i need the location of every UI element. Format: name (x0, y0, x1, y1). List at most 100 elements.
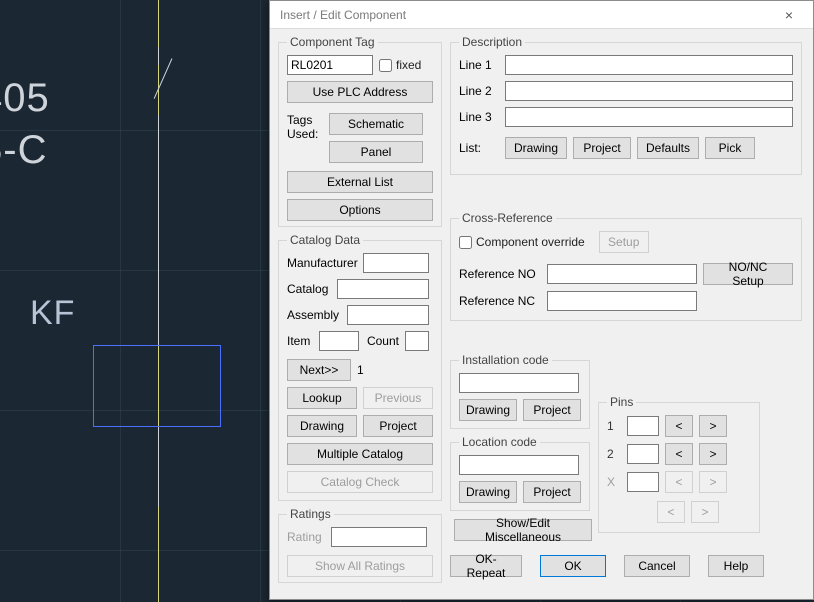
component-designator-kf: KF (30, 294, 75, 333)
fixed-checkbox-label: fixed (396, 58, 421, 72)
item-input[interactable] (319, 331, 359, 351)
line3-input[interactable] (505, 107, 793, 127)
wire-segment (158, 115, 159, 345)
install-project-button[interactable]: Project (523, 399, 581, 421)
component-override-label: Component override (476, 235, 585, 249)
pin-2-input[interactable] (627, 444, 659, 464)
pins-page-prev-button: < (657, 501, 685, 523)
pin-row-1-label: 1 (607, 419, 621, 433)
cross-reference-legend: Cross-Reference (459, 211, 556, 225)
assembly-input[interactable] (347, 305, 429, 325)
pin-x-input[interactable] (627, 472, 659, 492)
wire-number-405: 405 (0, 76, 50, 121)
tags-used-label: Tags Used: (287, 113, 323, 141)
line2-label: Line 2 (459, 84, 499, 98)
component-override-checkbox-input[interactable] (459, 236, 472, 249)
component-tag-group: Component Tag fixed Use PLC Address Tags… (278, 35, 442, 227)
pin-x-prev-button: < (665, 471, 693, 493)
external-list-button[interactable]: External List (287, 171, 433, 193)
pin-2-next-button[interactable]: > (699, 443, 727, 465)
cross-reference-group: Cross-Reference Component override Setup… (450, 211, 802, 321)
multiple-catalog-button[interactable]: Multiple Catalog (287, 443, 433, 465)
count-label: Count (365, 334, 399, 348)
pin-1-input[interactable] (627, 416, 659, 436)
symbol-stub-top (158, 47, 159, 65)
location-code-group: Location code Drawing Project (450, 435, 590, 511)
tags-panel-button[interactable]: Panel (329, 141, 423, 163)
dialog-title: Insert / Edit Component (280, 8, 771, 22)
pin-1-prev-button[interactable]: < (665, 415, 693, 437)
tags-schematic-button[interactable]: Schematic (329, 113, 423, 135)
manufacturer-label: Manufacturer (287, 256, 357, 270)
next-button[interactable]: Next>> (287, 359, 351, 381)
line3-label: Line 3 (459, 110, 499, 124)
use-plc-address-button[interactable]: Use PLC Address (287, 81, 433, 103)
fixed-checkbox-input[interactable] (379, 59, 392, 72)
catalog-drawing-button[interactable]: Drawing (287, 415, 357, 437)
installation-code-group: Installation code Drawing Project (450, 353, 590, 429)
pin-x-next-button: > (699, 471, 727, 493)
assembly-label: Assembly (287, 308, 341, 322)
location-project-button[interactable]: Project (523, 481, 581, 503)
next-counter: 1 (357, 363, 364, 377)
pins-page-next-button: > (691, 501, 719, 523)
show-edit-misc-button[interactable]: Show/Edit Miscellaneous (454, 519, 592, 541)
catalog-label: Catalog (287, 282, 331, 296)
reference-no-input[interactable] (547, 264, 697, 284)
count-input[interactable] (405, 331, 429, 351)
installation-code-legend: Installation code (459, 353, 552, 367)
close-icon[interactable]: × (771, 4, 807, 26)
desc-drawing-button[interactable]: Drawing (505, 137, 567, 159)
line1-input[interactable] (505, 55, 793, 75)
pin-2-prev-button[interactable]: < (665, 443, 693, 465)
ok-button[interactable]: OK (540, 555, 606, 577)
manufacturer-input[interactable] (363, 253, 429, 273)
reference-nc-label: Reference NC (459, 294, 541, 308)
catalog-project-button[interactable]: Project (363, 415, 433, 437)
rating-label: Rating (287, 530, 325, 544)
line2-input[interactable] (505, 81, 793, 101)
pin-row-2-label: 2 (607, 447, 621, 461)
installation-code-input[interactable] (459, 373, 579, 393)
component-override-checkbox[interactable]: Component override (459, 235, 585, 249)
pin-1-next-button[interactable]: > (699, 415, 727, 437)
desc-defaults-button[interactable]: Defaults (637, 137, 699, 159)
nonc-setup-button[interactable]: NO/NC Setup (703, 263, 793, 285)
pins-legend: Pins (607, 395, 636, 409)
location-drawing-button[interactable]: Drawing (459, 481, 517, 503)
location-code-legend: Location code (459, 435, 540, 449)
lookup-button[interactable]: Lookup (287, 387, 357, 409)
catalog-data-legend: Catalog Data (287, 233, 363, 247)
relay-coil-symbol (93, 345, 221, 427)
ratings-group: Ratings Rating Show All Ratings (278, 507, 442, 583)
rating-input[interactable] (331, 527, 427, 547)
catalog-input[interactable] (337, 279, 429, 299)
component-tag-input[interactable] (287, 55, 373, 75)
desc-pick-button[interactable]: Pick (705, 137, 755, 159)
dialog-body: Component Tag fixed Use PLC Address Tags… (270, 29, 813, 599)
desc-project-button[interactable]: Project (573, 137, 631, 159)
switch-contact-icon (154, 58, 173, 99)
item-label: Item (287, 334, 313, 348)
catalog-check-button: Catalog Check (287, 471, 433, 493)
component-tag-legend: Component Tag (287, 35, 378, 49)
wire-segment-lower (158, 427, 159, 507)
options-button[interactable]: Options (287, 199, 433, 221)
sheet-ref-5c: 5-C (0, 128, 47, 173)
pin-row-x-label: X (607, 475, 621, 489)
ok-repeat-button[interactable]: OK-Repeat (450, 555, 522, 577)
location-code-input[interactable] (459, 455, 579, 475)
fixed-checkbox[interactable]: fixed (379, 58, 421, 72)
previous-button: Previous (363, 387, 433, 409)
cad-canvas: 405 5-C KF Insert / Edit Component × Com… (0, 0, 814, 602)
ratings-legend: Ratings (287, 507, 334, 521)
insert-edit-component-dialog: Insert / Edit Component × Component Tag … (269, 0, 814, 600)
xref-setup-button: Setup (599, 231, 649, 253)
install-drawing-button[interactable]: Drawing (459, 399, 517, 421)
titlebar[interactable]: Insert / Edit Component × (270, 1, 813, 29)
reference-nc-input[interactable] (547, 291, 697, 311)
reference-no-label: Reference NO (459, 267, 541, 281)
cancel-button[interactable]: Cancel (624, 555, 690, 577)
help-button[interactable]: Help (708, 555, 764, 577)
description-legend: Description (459, 35, 525, 49)
